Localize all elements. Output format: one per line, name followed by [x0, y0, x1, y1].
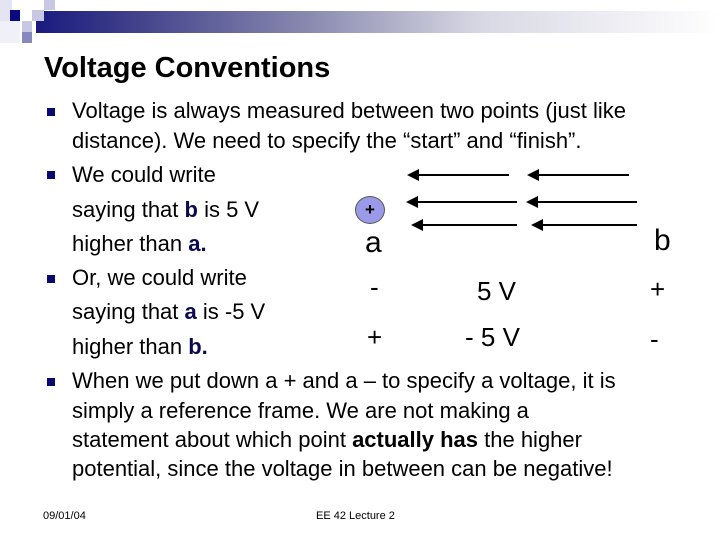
row1-a-sign: -	[370, 272, 379, 302]
bullet-1-line-2: distance). We need to specify the “start…	[72, 128, 582, 153]
bullet-4-line-4: potential, since the voltage in between …	[72, 456, 613, 481]
left-arrow-icon	[527, 169, 629, 181]
bullet-3-line-1: Or, we could write	[72, 265, 247, 290]
point-a-ref: a.	[188, 231, 207, 256]
row1-b-sign: +	[650, 274, 666, 304]
bullet-2-line-1: We could write	[72, 162, 216, 187]
text: saying that	[72, 197, 185, 222]
point-a-ref: a	[184, 299, 197, 324]
text: is -5 V	[196, 299, 266, 324]
bullet-2-line-3: higher than a.	[72, 231, 207, 257]
text: is 5 V	[197, 197, 260, 222]
charge-sign: +	[365, 200, 375, 219]
row1-voltage: 5 V	[477, 276, 517, 306]
decor-square	[0, 21, 20, 43]
decor-square	[44, 0, 55, 10]
decor-square	[22, 32, 32, 43]
footer-date: 09/01/04	[43, 510, 86, 522]
bullet-marker	[47, 171, 55, 179]
left-arrow-icon	[531, 219, 637, 231]
decor-square	[22, 21, 32, 32]
text: the higher	[478, 427, 582, 452]
point-a-label: a	[365, 226, 382, 259]
bullet-4-line-2: simply a reference frame. We are not mak…	[72, 398, 529, 423]
left-arrow-icon	[526, 196, 637, 208]
bullet-3-line-3: higher than b.	[72, 334, 208, 360]
point-b-ref: b	[184, 197, 198, 222]
bullet-4-line-1: When we put down a + and a – to specify …	[72, 368, 616, 393]
left-arrow-icon	[411, 219, 517, 231]
row2-a-sign: +	[367, 322, 383, 352]
row2-voltage: - 5 V	[465, 322, 520, 352]
text: higher than	[72, 231, 189, 256]
header-gradient-banner	[36, 11, 720, 33]
left-arrow-icon	[406, 196, 517, 208]
text: saying that	[72, 299, 185, 324]
positive-charge-icon: +	[355, 196, 385, 224]
decor-square	[32, 10, 44, 21]
emphasis-text: actually has	[352, 427, 479, 452]
bullet-2-line-2: saying that b is 5 V	[72, 197, 259, 223]
point-b-ref: b.	[188, 334, 208, 359]
bullet-marker	[47, 275, 55, 283]
bullet-marker	[47, 108, 55, 116]
decor-square	[10, 10, 20, 21]
text: statement about which point	[72, 427, 353, 452]
bullet-4-line-3: statement about which point actually has…	[72, 427, 582, 453]
left-arrow-icon	[407, 169, 509, 181]
bullet-1-line-1: Voltage is always measured between two p…	[72, 98, 626, 123]
bullet-3-line-2: saying that a is -5 V	[72, 299, 265, 325]
row2-b-sign: -	[650, 324, 659, 354]
text: higher than	[72, 334, 189, 359]
footer-course: EE 42 Lecture 2	[316, 510, 395, 522]
slide-title: Voltage Conventions	[44, 52, 331, 84]
point-b-label: b	[654, 224, 671, 257]
bullet-marker	[47, 378, 55, 386]
